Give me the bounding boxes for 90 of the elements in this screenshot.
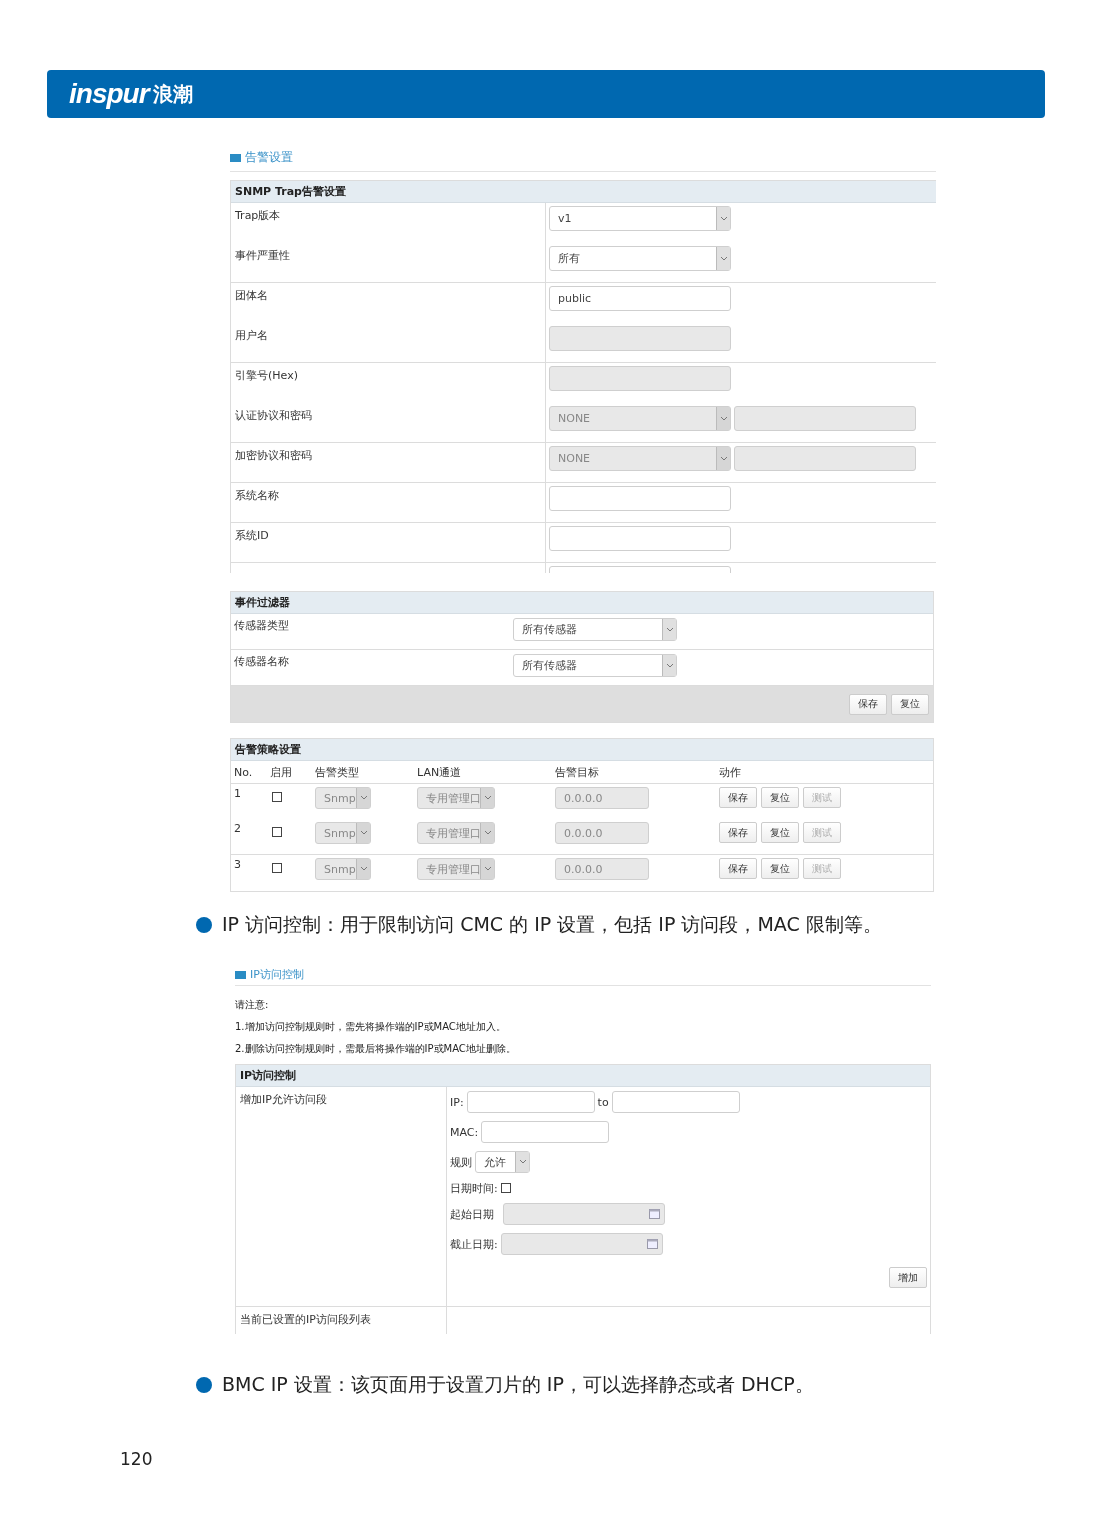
chevron-icon xyxy=(719,215,728,222)
column-header: LAN通道 xyxy=(417,764,463,780)
section-header: SNMP Trap告警设置 xyxy=(231,181,936,203)
dropdown[interactable]: 所有传感器 xyxy=(513,654,677,677)
column-header: No. xyxy=(234,765,254,779)
chevron-icon xyxy=(359,866,368,872)
column-header: 告警类型 xyxy=(315,764,360,780)
action-button[interactable]: 保存 xyxy=(719,858,757,879)
logo-text: inspur xyxy=(69,78,149,110)
panel-title: 告警设置 xyxy=(245,149,293,166)
checkbox[interactable] xyxy=(500,1183,511,1193)
field-label: 系统ID xyxy=(235,529,269,542)
bullet-icon xyxy=(196,917,212,933)
dropdown[interactable]: v1 xyxy=(549,206,731,231)
panel-icon xyxy=(235,970,246,979)
chevron-icon xyxy=(719,415,728,422)
row-number: 3 xyxy=(234,858,242,871)
chevron-icon xyxy=(359,795,368,801)
column-header: 告警目标 xyxy=(555,764,600,780)
bullet-text: BMC IP 设置：该页面用于设置刀片的 IP，可以选择静态或者 DHCP。 xyxy=(222,1372,814,1397)
date-field[interactable] xyxy=(500,1233,663,1255)
field-label: 传感器名称 xyxy=(234,655,289,668)
page-number: 120 xyxy=(120,1449,153,1469)
note-text: 请注意: xyxy=(235,998,270,1012)
action-button[interactable]: 保存 xyxy=(849,693,887,715)
column-header: 动作 xyxy=(719,764,742,780)
chevron-icon xyxy=(719,455,728,462)
panel-title: IP访问控制 xyxy=(250,967,304,982)
field-label: 传感器类型 xyxy=(234,619,289,632)
field-label: 团体名 xyxy=(235,289,268,302)
dropdown[interactable]: 允许 xyxy=(475,1151,530,1173)
action-button[interactable]: 保存 xyxy=(719,822,757,843)
field-label: 当前已设置的IP访问段列表 xyxy=(240,1313,371,1326)
panel-icon xyxy=(230,153,241,162)
field-label: 系统名称 xyxy=(235,489,279,502)
date-field[interactable] xyxy=(503,1203,665,1225)
calendar-icon xyxy=(649,1209,660,1219)
input-field[interactable] xyxy=(734,446,916,471)
field-label: 引擎号(Hex) xyxy=(235,369,298,382)
section-header: IP访问控制 xyxy=(236,1065,930,1087)
checkbox[interactable] xyxy=(272,863,282,873)
dropdown[interactable]: 所有传感器 xyxy=(513,618,677,641)
row-number: 1 xyxy=(234,787,242,800)
chevron-icon xyxy=(518,1159,527,1165)
field-label: 起始日期 xyxy=(450,1206,494,1222)
action-button[interactable]: 复位 xyxy=(761,787,799,808)
dropdown[interactable]: 所有 xyxy=(549,246,731,271)
input-field[interactable] xyxy=(549,526,731,551)
field-label: 加密协议和密码 xyxy=(235,449,312,462)
checkbox[interactable] xyxy=(272,792,282,802)
input-field[interactable] xyxy=(481,1121,610,1143)
input-field[interactable]: public xyxy=(549,286,731,311)
chevron-icon xyxy=(483,830,492,836)
chevron-icon xyxy=(665,662,674,669)
calendar-icon xyxy=(646,1239,658,1249)
bullet-text: IP 访问控制：用于限制访问 CMC 的 IP 设置，包括 IP 访问段，MAC 限制等。 xyxy=(222,912,882,937)
action-button[interactable]: 复位 xyxy=(891,693,929,715)
add-button[interactable]: 增加 xyxy=(889,1267,927,1288)
bullet-icon xyxy=(196,1377,212,1393)
logo-text: 浪潮 xyxy=(152,80,193,108)
chevron-icon xyxy=(359,830,368,836)
input-field[interactable] xyxy=(611,1091,740,1113)
column-header: 启用 xyxy=(270,764,293,780)
field-label: MAC: xyxy=(450,1125,479,1139)
field-label: 规则 xyxy=(450,1154,472,1170)
chevron-icon xyxy=(483,795,492,801)
chevron-icon xyxy=(719,255,728,262)
section-header: 告警策略设置 xyxy=(231,739,933,761)
field-label: 增加IP允许访问段 xyxy=(240,1093,327,1106)
field-label: 用户名 xyxy=(235,329,268,342)
field-label: 事件严重性 xyxy=(235,249,290,262)
field-label: 日期时间: xyxy=(450,1180,498,1196)
chevron-icon xyxy=(483,866,492,872)
checkbox[interactable] xyxy=(272,827,282,837)
action-button[interactable]: 保存 xyxy=(719,787,757,808)
section-header: 事件过滤器 xyxy=(231,592,933,614)
action-button[interactable]: 复位 xyxy=(761,822,799,843)
field-label: 截止日期: xyxy=(450,1236,498,1252)
action-button[interactable]: 复位 xyxy=(761,858,799,879)
field-label: Trap版本 xyxy=(235,209,281,222)
row-number: 2 xyxy=(234,822,242,835)
input-field[interactable] xyxy=(734,406,916,431)
input-field[interactable] xyxy=(466,1091,595,1113)
note-text: 1.增加访问控制规则时，需先将操作端的IP或MAC地址加入。 xyxy=(235,1020,507,1034)
field-label: IP: xyxy=(450,1095,464,1109)
field-label: 认证协议和密码 xyxy=(235,409,312,422)
field-label: to xyxy=(597,1095,609,1109)
note-text: 2.删除访问控制规则时，需最后将操作端的IP或MAC地址删除。 xyxy=(235,1042,517,1056)
input-field[interactable] xyxy=(549,486,731,511)
chevron-icon xyxy=(665,626,674,633)
